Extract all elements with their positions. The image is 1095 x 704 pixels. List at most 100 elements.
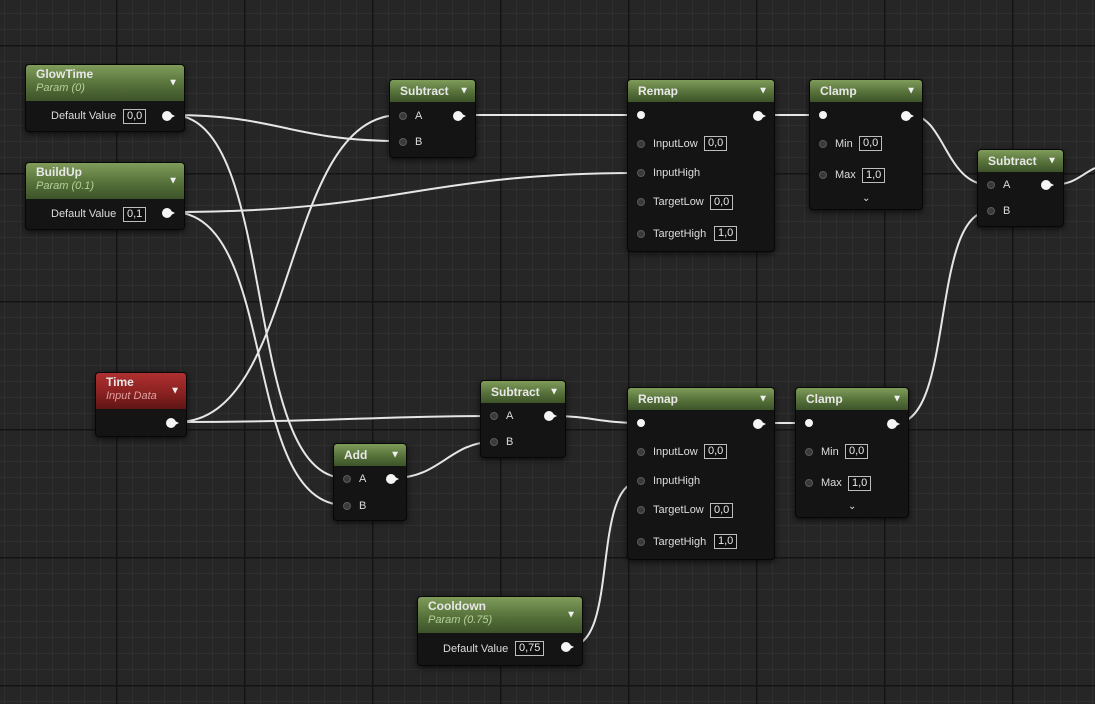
min-label: Min (835, 138, 853, 150)
min-pin[interactable] (819, 140, 827, 148)
node-header[interactable]: Clamp ▼ (810, 80, 922, 102)
chevron-down-icon[interactable]: ▼ (168, 78, 178, 89)
glowtime-param-node[interactable]: GlowTime Param (0) ▼ Default Value 0,0 (25, 64, 185, 132)
output-pin[interactable] (166, 418, 179, 428)
output-pin[interactable] (544, 411, 557, 421)
subtract-node-top[interactable]: Subtract ▼ A B (389, 79, 476, 158)
node-subtitle: Param (0.1) (36, 180, 95, 192)
cooldown-param-node[interactable]: Cooldown Param (0.75) ▼ Default Value 0,… (417, 596, 583, 666)
clamp-node-bottom[interactable]: Clamp ▼ Min 0,0 Max 1,0 ⌄ (795, 387, 909, 518)
target-high-pin[interactable] (637, 538, 645, 546)
chevron-down-icon[interactable]: ⌄ (848, 501, 856, 512)
wire-glowtime-to-add-a (171, 114, 346, 479)
input-pin[interactable] (819, 111, 827, 119)
output-pin[interactable] (1041, 180, 1054, 190)
subtract-node-middle[interactable]: Subtract ▼ A B (480, 380, 566, 458)
chevron-down-icon[interactable]: ▼ (906, 86, 916, 97)
node-title: Cooldown (428, 599, 486, 613)
chevron-down-icon[interactable]: ▼ (758, 394, 768, 405)
target-low-pin[interactable] (637, 506, 645, 514)
node-header[interactable]: Remap ▼ (628, 80, 774, 102)
input-pin[interactable] (637, 111, 645, 119)
input-pin-b[interactable] (343, 502, 351, 510)
input-pin-a[interactable] (343, 475, 351, 483)
node-title: Subtract (400, 84, 449, 98)
time-input-node[interactable]: Time Input Data ▼ (95, 372, 187, 437)
input-high-pin[interactable] (637, 477, 645, 485)
input-low-pin[interactable] (637, 448, 645, 456)
wire-buildup-to-remap-inputhigh (171, 172, 641, 213)
node-header[interactable]: Subtract ▼ (978, 150, 1063, 172)
input-low-field[interactable]: 0,0 (704, 136, 728, 151)
input-pin[interactable] (637, 419, 645, 427)
target-low-field[interactable]: 0,0 (710, 195, 734, 210)
default-value-label: Default Value (443, 643, 509, 655)
remap-node-bottom[interactable]: Remap ▼ InputLow 0,0 InputHigh TargetLow… (627, 387, 775, 560)
output-pin[interactable] (753, 111, 766, 121)
wire-glowtime-to-subtract-b (171, 114, 401, 142)
max-label: Max (821, 477, 842, 489)
input-pin-b[interactable] (987, 207, 995, 215)
input-pin-b[interactable] (399, 138, 407, 146)
input-pin-a[interactable] (490, 412, 498, 420)
min-field[interactable]: 0,0 (845, 444, 869, 459)
max-pin[interactable] (805, 479, 813, 487)
chevron-down-icon[interactable]: ▼ (892, 394, 902, 405)
pin-label-b: B (415, 136, 423, 148)
input-low-field[interactable]: 0,0 (704, 444, 728, 459)
subtract-node-right[interactable]: Subtract ▼ A B (977, 149, 1064, 227)
chevron-down-icon[interactable]: ▼ (170, 386, 180, 397)
buildup-param-node[interactable]: BuildUp Param (0.1) ▼ Default Value 0,1 (25, 162, 185, 230)
clamp-node-top[interactable]: Clamp ▼ Min 0,0 Max 1,0 ⌄ (809, 79, 923, 210)
pin-label-a: A (506, 410, 514, 422)
default-value-field[interactable]: 0,1 (123, 207, 147, 222)
max-pin[interactable] (819, 171, 827, 179)
default-value-field[interactable]: 0,75 (515, 641, 545, 656)
min-field[interactable]: 0,0 (859, 136, 883, 151)
node-title: Subtract (491, 385, 540, 399)
chevron-down-icon[interactable]: ▼ (390, 450, 400, 461)
node-header[interactable]: Subtract ▼ (481, 381, 565, 403)
default-value-field[interactable]: 0,0 (123, 109, 147, 124)
input-low-pin[interactable] (637, 140, 645, 148)
output-pin[interactable] (753, 419, 766, 429)
max-field[interactable]: 1,0 (848, 476, 872, 491)
input-pin-b[interactable] (490, 438, 498, 446)
output-pin[interactable] (162, 111, 175, 121)
output-pin[interactable] (901, 111, 914, 121)
chevron-down-icon[interactable]: ▼ (1047, 156, 1057, 167)
target-high-pin[interactable] (637, 230, 645, 238)
node-header[interactable]: Time Input Data ▼ (96, 373, 186, 409)
remap-node-top[interactable]: Remap ▼ InputLow 0,0 InputHigh TargetLow… (627, 79, 775, 252)
node-header[interactable]: Remap ▼ (628, 388, 774, 410)
target-high-field[interactable]: 1,0 (714, 534, 738, 549)
chevron-down-icon[interactable]: ▼ (168, 176, 178, 187)
target-high-field[interactable]: 1,0 (714, 226, 738, 241)
chevron-down-icon[interactable]: ⌄ (862, 193, 870, 204)
node-header[interactable]: Subtract ▼ (390, 80, 475, 102)
output-pin[interactable] (162, 208, 175, 218)
target-low-field[interactable]: 0,0 (710, 503, 734, 518)
node-title: Clamp (806, 392, 843, 406)
node-header[interactable]: GlowTime Param (0) ▼ (26, 65, 184, 101)
target-low-pin[interactable] (637, 198, 645, 206)
add-node[interactable]: Add ▼ A B (333, 443, 407, 521)
input-pin-a[interactable] (399, 112, 407, 120)
min-pin[interactable] (805, 448, 813, 456)
node-header[interactable]: BuildUp Param (0.1) ▼ (26, 163, 184, 199)
node-header[interactable]: Clamp ▼ (796, 388, 908, 410)
output-pin[interactable] (561, 642, 574, 652)
input-high-pin[interactable] (637, 169, 645, 177)
node-header[interactable]: Cooldown Param (0.75) ▼ (418, 597, 582, 633)
output-pin[interactable] (887, 419, 900, 429)
chevron-down-icon[interactable]: ▼ (459, 86, 469, 97)
output-pin[interactable] (386, 474, 399, 484)
output-pin[interactable] (453, 111, 466, 121)
max-field[interactable]: 1,0 (862, 168, 886, 183)
node-header[interactable]: Add ▼ (334, 444, 406, 466)
input-pin-a[interactable] (987, 181, 995, 189)
chevron-down-icon[interactable]: ▼ (758, 86, 768, 97)
input-pin[interactable] (805, 419, 813, 427)
chevron-down-icon[interactable]: ▼ (566, 610, 576, 621)
chevron-down-icon[interactable]: ▼ (549, 387, 559, 398)
